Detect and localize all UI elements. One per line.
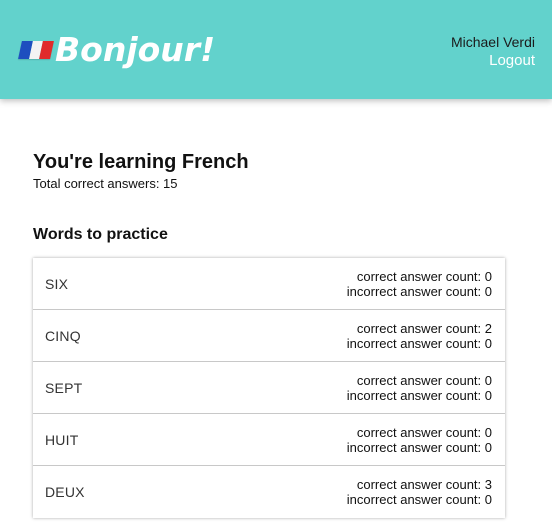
incorrect-count: incorrect answer count: 0 bbox=[346, 283, 492, 299]
incorrect-count: incorrect answer count: 0 bbox=[346, 335, 492, 351]
correct-count: correct answer count: 0 bbox=[356, 268, 492, 284]
word-counts: correct answer count: 3 incorrect answer… bbox=[347, 477, 492, 507]
incorrect-count: incorrect answer count: 0 bbox=[346, 492, 492, 507]
incorrect-count: incorrect answer count: 0 bbox=[346, 439, 492, 455]
incorrect-count: incorrect answer count: 0 bbox=[346, 387, 492, 403]
logo[interactable]: Bonjour! bbox=[18, 30, 216, 69]
list-item: DEUX correct answer count: 3 incorrect a… bbox=[33, 466, 505, 518]
app-header: Bonjour! Michael Verdi Logout bbox=[0, 0, 552, 99]
list-item: CINQ correct answer count: 2 incorrect a… bbox=[33, 310, 505, 362]
word-counts: correct answer count: 2 incorrect answer… bbox=[347, 321, 492, 351]
user-name: Michael Verdi bbox=[450, 34, 535, 50]
word-list: SIX correct answer count: 0 incorrect an… bbox=[33, 258, 505, 518]
correct-count: correct answer count: 3 bbox=[356, 477, 492, 492]
french-flag-icon bbox=[18, 40, 54, 59]
correct-count: correct answer count: 0 bbox=[356, 372, 492, 388]
word-label: CINQ bbox=[45, 327, 81, 344]
section-title: Words to practice bbox=[33, 226, 168, 243]
word-label: DEUX bbox=[45, 484, 85, 500]
word-counts: correct answer count: 0 incorrect answer… bbox=[347, 269, 492, 299]
logout-link[interactable]: Logout bbox=[451, 52, 535, 70]
word-label: SEPT bbox=[45, 379, 83, 396]
list-item: HUIT correct answer count: 0 incorrect a… bbox=[33, 414, 505, 466]
word-label: HUIT bbox=[45, 431, 79, 448]
list-item: SEPT correct answer count: 0 incorrect a… bbox=[33, 362, 505, 414]
dashboard: You're learning French Total correct ans… bbox=[33, 150, 505, 518]
page-title: You're learning French bbox=[33, 151, 249, 173]
word-counts: correct answer count: 0 incorrect answer… bbox=[347, 373, 492, 403]
word-counts: correct answer count: 0 incorrect answer… bbox=[347, 425, 492, 455]
list-item: SIX correct answer count: 0 incorrect an… bbox=[33, 258, 505, 310]
word-label: SIX bbox=[45, 275, 69, 292]
correct-count: correct answer count: 0 bbox=[356, 424, 492, 440]
correct-count: correct answer count: 2 bbox=[356, 320, 492, 336]
brand-title: Bonjour! bbox=[55, 30, 216, 69]
total-correct-answers: Total correct answers: 15 bbox=[33, 176, 178, 191]
user-menu: Michael Verdi Logout bbox=[451, 34, 535, 70]
